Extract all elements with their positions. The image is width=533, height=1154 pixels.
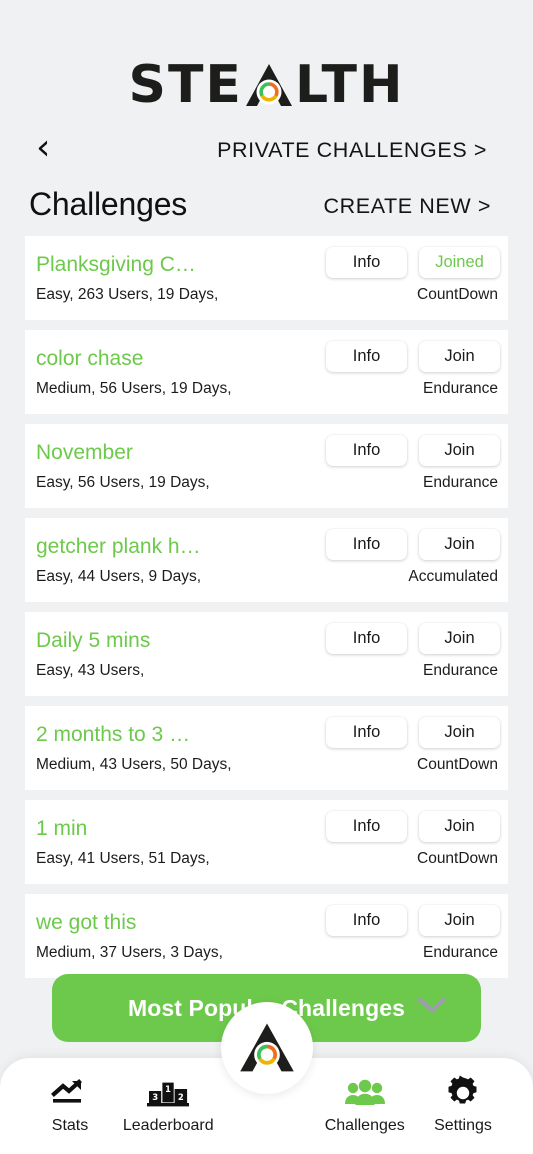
challenge-type: CountDown (417, 286, 498, 303)
page-header-row: Challenges CREATE NEW > (0, 186, 533, 234)
svg-text:2: 2 (178, 1093, 184, 1103)
challenge-meta: Medium, 56 Users, 19 Days, (36, 380, 232, 397)
challenge-name: 2 months to 3 … (36, 723, 191, 746)
challenge-actions: Info Join (326, 435, 500, 466)
back-button[interactable]: ‹ (36, 130, 50, 166)
challenge-card[interactable]: November Easy, 56 Users, 19 Days, Info Join… (25, 424, 508, 508)
challenge-actions: Info Join (326, 623, 500, 654)
challenge-type: CountDown (417, 756, 498, 773)
challenge-actions: Info Join (326, 529, 500, 560)
join-button[interactable]: Join (419, 435, 500, 466)
svg-text:3: 3 (152, 1093, 158, 1103)
nav-item-stats[interactable]: Stats (22, 1074, 118, 1135)
challenge-meta: Easy, 56 Users, 19 Days, (36, 474, 210, 491)
app-root: STE LTH ‹ PRIVATE CHALLENGES > Challenge… (0, 0, 533, 1154)
info-button[interactable]: Info (326, 529, 407, 560)
svg-text:1: 1 (165, 1085, 171, 1095)
challenge-name: Daily 5 mins (36, 629, 151, 652)
nav-item-leaderboard[interactable]: 3 1 2 Leaderboard (120, 1074, 216, 1135)
trend-up-icon (50, 1074, 90, 1112)
logo-text: STE LTH (129, 59, 405, 111)
page-title: Challenges (29, 186, 188, 222)
challenge-name: Planksgiving C… (36, 253, 196, 276)
create-new-link[interactable]: CREATE NEW > (324, 194, 491, 219)
info-button[interactable]: Info (326, 341, 407, 372)
challenge-name: we got this (36, 911, 137, 934)
challenge-name: 1 min (36, 817, 88, 840)
challenge-actions: Info Join (326, 905, 500, 936)
logo-emblem-a-icon (243, 59, 295, 111)
challenge-name: November (36, 441, 133, 464)
challenge-type: Endurance (423, 662, 498, 679)
join-button[interactable]: Join (419, 717, 500, 748)
top-navigation-row: ‹ PRIVATE CHALLENGES > (0, 128, 533, 174)
challenge-meta: Easy, 44 Users, 9 Days, (36, 568, 202, 585)
challenge-card[interactable]: Daily 5 mins Easy, 43 Users, Info Join Endur… (25, 612, 508, 696)
challenge-type: CountDown (417, 850, 498, 867)
join-button[interactable]: Join (419, 905, 500, 936)
app-logo: STE LTH (0, 58, 533, 112)
challenge-meta: Easy, 43 Users, (36, 662, 145, 679)
info-button[interactable]: Info (326, 623, 407, 654)
logo-text-lth: LTH (294, 55, 405, 115)
joined-button[interactable]: Joined (419, 247, 500, 278)
gear-icon (445, 1074, 481, 1112)
challenge-meta: Medium, 37 Users, 3 Days, (36, 944, 223, 961)
info-button[interactable]: Info (326, 811, 407, 842)
challenge-meta: Easy, 263 Users, 19 Days, (36, 286, 219, 303)
nav-label-leaderboard: Leaderboard (122, 1117, 214, 1134)
private-challenges-link[interactable]: PRIVATE CHALLENGES > (217, 138, 487, 163)
join-button[interactable]: Join (419, 811, 500, 842)
challenge-type: Endurance (423, 380, 498, 397)
challenge-name: getcher plank h… (36, 535, 201, 558)
challenge-card[interactable]: we got this Medium, 37 Users, 3 Days, Info… (25, 894, 508, 978)
challenge-meta: Medium, 43 Users, 50 Days, (36, 756, 232, 773)
challenge-card[interactable]: color chase Medium, 56 Users, 19 Days, Inf… (25, 330, 508, 414)
people-icon (342, 1074, 388, 1112)
challenge-meta: Easy, 41 Users, 51 Days, (36, 850, 210, 867)
join-button[interactable]: Join (419, 623, 500, 654)
challenge-actions: Info Join (326, 811, 500, 842)
challenge-card[interactable]: 1 min Easy, 41 Users, 51 Days, Info Join Cou… (25, 800, 508, 884)
nav-label-challenges: Challenges (324, 1117, 405, 1134)
stealth-triangle-icon (239, 1023, 294, 1072)
challenge-card[interactable]: Planksgiving C… Easy, 263 Users, 19 Days,… (25, 236, 508, 320)
join-button[interactable]: Join (419, 529, 500, 560)
podium-icon: 3 1 2 (145, 1074, 191, 1112)
info-button[interactable]: Info (326, 717, 407, 748)
challenge-list: Planksgiving C… Easy, 263 Users, 19 Days,… (25, 236, 508, 988)
challenge-type: Endurance (423, 474, 498, 491)
stealth-logo-button[interactable] (220, 1002, 313, 1094)
info-button[interactable]: Info (326, 435, 407, 466)
info-button[interactable]: Info (326, 905, 407, 936)
challenge-actions: Info Joined (326, 247, 500, 278)
nav-item-challenges[interactable]: Challenges (317, 1074, 413, 1135)
nav-item-settings[interactable]: Settings (415, 1074, 511, 1135)
challenge-card[interactable]: getcher plank h… Easy, 44 Users, 9 Days, I… (25, 518, 508, 602)
challenge-type: Endurance (423, 944, 498, 961)
join-button[interactable]: Join (419, 341, 500, 372)
info-button[interactable]: Info (326, 247, 407, 278)
logo-text-ste: STE (128, 55, 243, 115)
challenge-type: Accumulated (408, 568, 498, 585)
nav-label-stats: Stats (51, 1117, 89, 1134)
challenge-actions: Info Join (326, 341, 500, 372)
nav-label-settings: Settings (434, 1117, 492, 1134)
chevron-down-icon (417, 997, 447, 1020)
challenge-card[interactable]: 2 months to 3 … Medium, 43 Users, 50 Days… (25, 706, 508, 790)
challenge-actions: Info Join (326, 717, 500, 748)
challenge-name: color chase (36, 347, 144, 370)
